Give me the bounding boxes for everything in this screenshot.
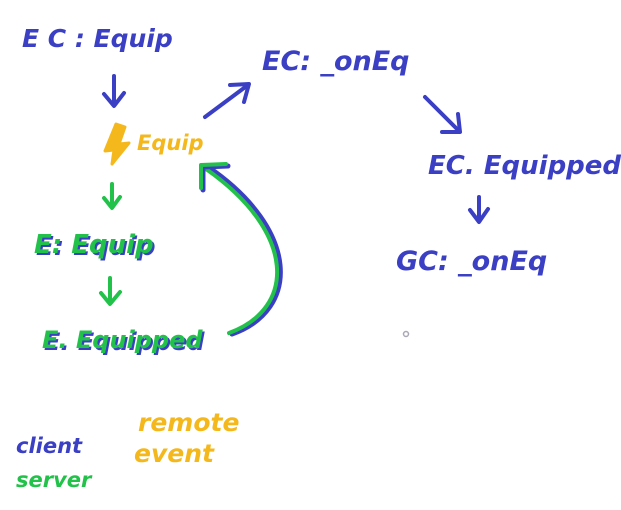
server-equipped-label: E. Equipped: [42, 326, 203, 354]
server-equip-label: E: Equip: [34, 230, 154, 260]
legend-client: client: [16, 434, 83, 458]
client-equipped-label: EC. Equipped: [428, 151, 621, 181]
arrow-remote-to-server-equip: [102, 182, 122, 210]
arrow-client-on-equip-to-equipped: [423, 95, 462, 134]
legend-remote-line1: remote: [138, 408, 239, 437]
flow-diagram: Equip E C : Equip EC: _onEq EC. Equipped…: [16, 24, 621, 492]
gc-on-equip-label: GC: _onEq: [396, 246, 547, 277]
client-on-equip-label: EC: _onEq: [262, 46, 410, 77]
stray-dot: [402, 330, 410, 338]
remote-equip-label: Equip: [137, 131, 204, 155]
arrow-server-equipped-to-remote: [199, 162, 283, 337]
arrow-client-equip-to-remote: [102, 74, 126, 108]
legend-server: server: [16, 468, 93, 492]
arrow-equipped-to-gc: [468, 195, 490, 224]
arrow-server-equip-to-equipped: [99, 276, 122, 306]
client-equip-label: E C : Equip: [22, 24, 173, 53]
legend-remote-line2: event: [134, 439, 215, 468]
arrow-remote-to-client-on-equip: [203, 82, 251, 119]
lightning-bolt-icon: [103, 122, 131, 166]
